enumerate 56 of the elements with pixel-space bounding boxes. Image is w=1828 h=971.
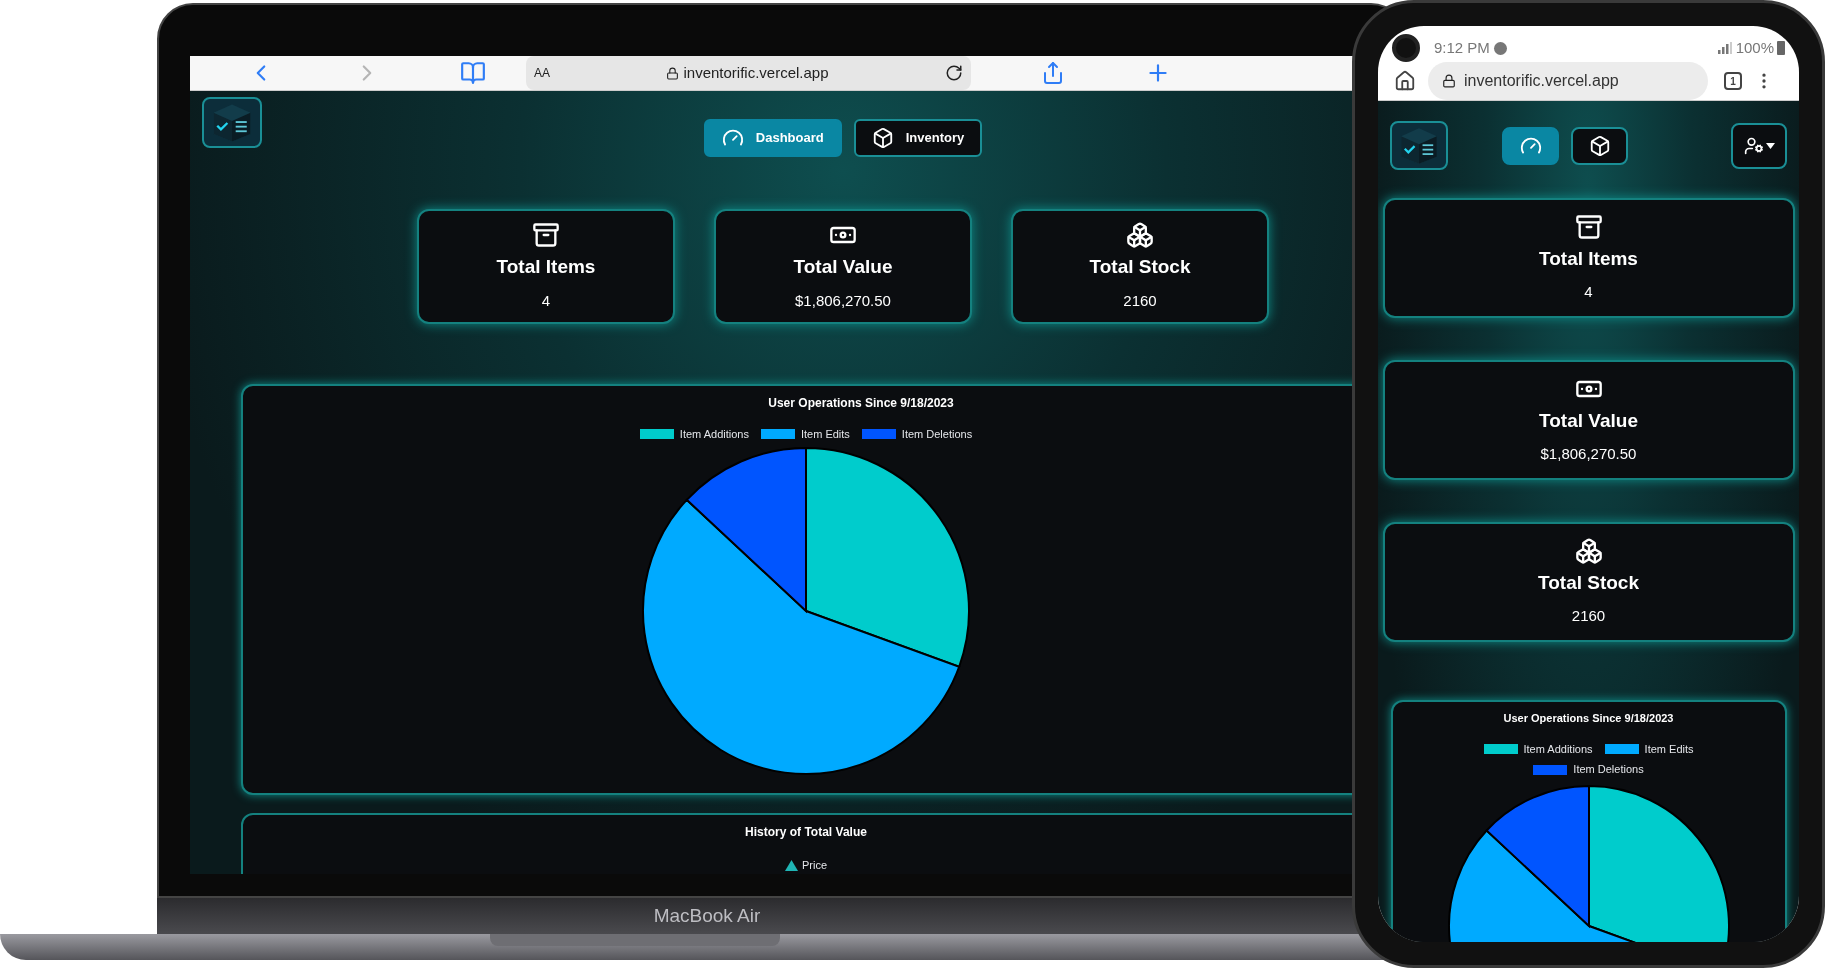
lock-icon [666, 66, 680, 80]
stat-title: Total Value [1539, 408, 1638, 433]
stat-title: Total Stock [1538, 570, 1639, 595]
stat-title: Total Items [1539, 246, 1638, 271]
chart-title: History of Total Value [745, 824, 868, 841]
boxes-icon [1574, 536, 1603, 565]
legend-label[interactable]: Item Edits [800, 426, 850, 443]
nav-tab[interactable] [1502, 126, 1559, 165]
legend-label[interactable]: Item Deletions [1573, 761, 1644, 778]
bookmarks-icon[interactable] [460, 60, 486, 86]
media-icon [1493, 41, 1507, 55]
stat-value: $1,806,270.50 [1540, 444, 1637, 465]
stat-value: $1,806,270.50 [795, 290, 891, 311]
text-size-label[interactable]: AA [534, 64, 550, 82]
nav-tab[interactable]: Inventory [853, 119, 983, 157]
legend-label[interactable]: Item Additions [679, 426, 749, 443]
url-text: inventorific.vercel.app [1464, 71, 1619, 91]
logo-icon[interactable] [1390, 121, 1448, 171]
stat-title: Total Stock [1089, 255, 1191, 279]
legend-label[interactable]: Item Edits [1644, 740, 1694, 758]
archive-box-icon [532, 221, 560, 249]
status-time: 9:12 PM [1434, 37, 1490, 58]
url-text: inventorific.vercel.app [683, 62, 829, 83]
battery-icon [1777, 41, 1785, 55]
caret-icon [1765, 142, 1775, 149]
legend-label[interactable]: Price [801, 857, 828, 874]
user-settings-icon [1743, 135, 1764, 156]
camera-icon [1392, 34, 1420, 62]
stat-value: 4 [541, 290, 551, 311]
cube-icon [1588, 134, 1611, 157]
stat-value: 4 [1584, 282, 1593, 303]
lock-icon [1442, 74, 1456, 88]
device-label: MacBook Air [653, 903, 762, 928]
user-menu-button[interactable] [1731, 122, 1787, 169]
legend-label[interactable]: Item Additions [1523, 740, 1593, 758]
home-icon[interactable] [1394, 70, 1416, 92]
address-field[interactable]: AA inventorific.vercel.app [526, 56, 971, 90]
stat-title: Total Items [496, 255, 596, 279]
chart-title: User Operations Since 9/18/2023 [1503, 711, 1674, 727]
nav-tab[interactable]: Dashboard [703, 119, 842, 157]
nav-tab[interactable] [1571, 126, 1628, 165]
signal-icon [1717, 42, 1732, 54]
chart-title: User Operations Since 9/18/2023 [768, 395, 954, 412]
legend-label[interactable]: Item Deletions [901, 426, 973, 443]
stat-value: 2160 [1571, 606, 1606, 627]
boxes-icon [1126, 221, 1154, 249]
stat-value: 2160 [1123, 290, 1157, 311]
address-field[interactable]: inventorific.vercel.app [1428, 62, 1708, 100]
stat-title: Total Value [793, 255, 893, 279]
archive-box-icon [1574, 212, 1603, 241]
reload-icon[interactable] [945, 64, 963, 82]
logo-icon[interactable] [202, 97, 262, 148]
tab-count-button[interactable]: 1 [1724, 72, 1742, 90]
battery-percent: 100% [1735, 37, 1774, 58]
share-icon[interactable] [1041, 61, 1065, 85]
cube-icon [871, 127, 894, 149]
